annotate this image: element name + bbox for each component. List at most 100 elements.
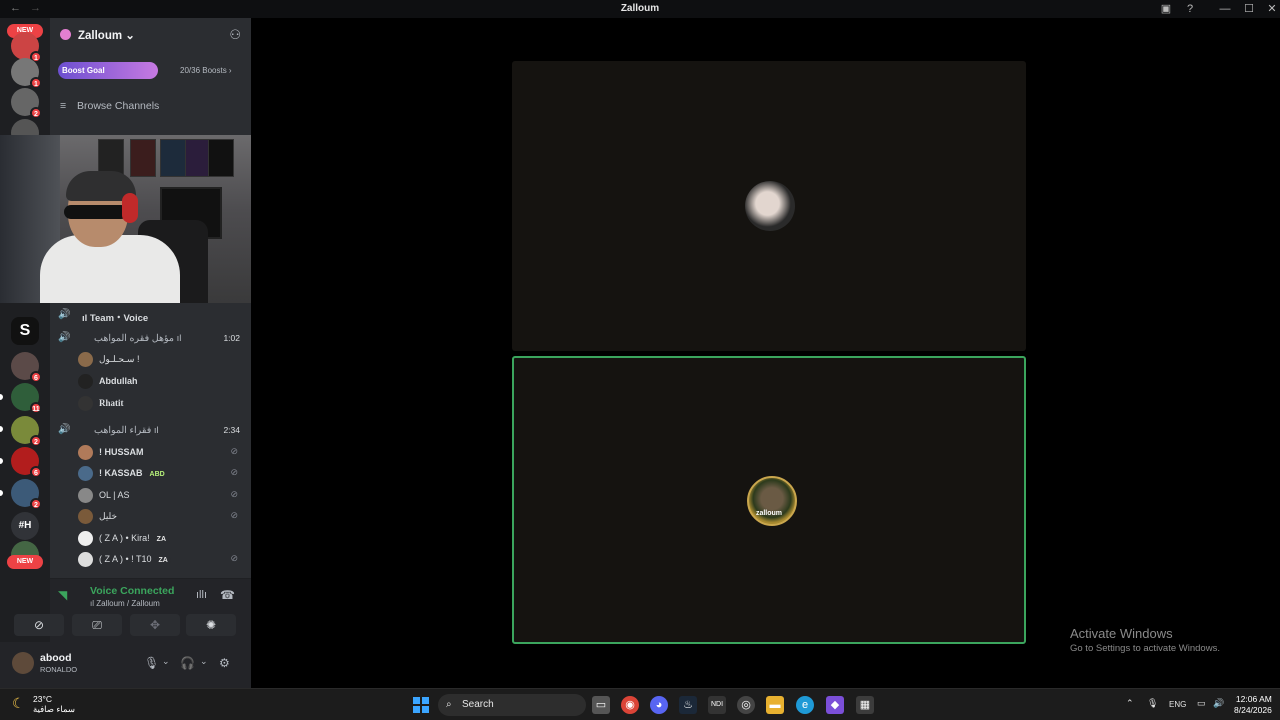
language-indicator[interactable]: ENG [1169,700,1186,709]
disconnect-icon[interactable]: ☎ [220,588,235,602]
invite-people-icon[interactable]: ⚇ [229,27,241,43]
participant-tile[interactable] [512,61,1026,351]
volume-icon[interactable]: 🔊 [1213,698,1224,709]
boost-goal-bar[interactable]: Boost Goal [58,62,158,79]
maximize-icon[interactable]: ☐ [1241,1,1257,17]
chevron-down-icon[interactable]: ⌄ [162,656,170,667]
taskbar-search[interactable]: ⌕ Search [438,694,586,716]
signal-icon[interactable]: ◥ [58,588,67,602]
unread-pip [0,458,3,464]
edge-icon[interactable]: e [796,696,814,714]
voice-member[interactable]: ! KASSAB ABD ⊘ [78,464,248,484]
minimize-icon[interactable]: — [1217,1,1233,17]
server-icon[interactable]: 11 [11,383,42,414]
voice-member[interactable]: OL | AS ⊘ [78,486,248,506]
guild-header[interactable]: Zalloum ⌄ ⚇ [50,18,251,52]
moon-icon[interactable]: ☾ [12,695,25,712]
watermark-title: Activate Windows [1070,626,1173,641]
new-badge: NEW [7,555,43,569]
microphone-icon[interactable]: 🎙 [1147,698,1158,709]
voice-member[interactable]: ( Z A ) • Kira! ZA [78,529,248,549]
headset [122,193,138,223]
server-icon-s[interactable]: S [11,317,39,345]
avatar [78,445,93,460]
voice-channel[interactable]: 🔊 مؤهل فقره المواهب ıl 1:02 [58,330,248,348]
activation-watermark: Activate Windows Go to Settings to activ… [1070,626,1220,654]
list-icon: ≡ [60,100,67,112]
server-icon[interactable]: 1 [11,32,42,63]
headphones-icon[interactable]: 🎧 [180,656,195,670]
microphone-icon[interactable]: 🎙 [144,656,159,670]
chevron-up-icon[interactable]: ⌃ [1126,698,1134,709]
server-icon-hash[interactable]: #H [11,512,39,540]
voice-member[interactable]: سـحـلـول ! [78,350,248,370]
task-view-icon[interactable]: ▭ [592,696,610,714]
server-icon[interactable]: 6 [11,352,42,383]
voice-channel[interactable]: 🔊 فقراء المواهب ıl 2:34 [58,422,248,440]
channel-timer: 2:34 [223,425,240,435]
avatar [78,466,93,481]
participant-avatar [747,476,797,526]
member-name: ( Z A ) • Kira! ZA [99,533,170,543]
server-rail: NEW 1 1 2 S 6 11 2 6 2 #H NEW [0,18,50,688]
clan-tag: ABD [146,471,168,478]
username: abood [40,652,72,664]
unread-badge: 2 [30,498,42,510]
chrome-icon[interactable]: ◉ [621,696,639,714]
avatar [78,352,93,367]
channel-name: مؤهل فقره المواهب ıl [94,333,182,344]
server-icon[interactable]: 6 [11,447,42,478]
settings-gear-icon[interactable]: ⚙ [219,656,230,670]
noise-suppression-icon[interactable]: ıllı [196,589,207,601]
boost-gem-icon [60,29,71,40]
browse-channels[interactable]: ≡ Browse Channels [60,100,159,112]
network-icon[interactable]: ▭ [1197,698,1206,709]
avatar [78,488,93,503]
clock[interactable]: 12:06 AM 8/24/2026 [1234,694,1272,716]
clan-tag: ZA [155,557,171,564]
discord-icon[interactable]: ◕ [650,696,668,714]
voice-channel[interactable]: 🔊 ıl Team・Voice [58,307,248,325]
participant-tile-speaking[interactable]: zalloum [512,356,1026,644]
start-button[interactable] [413,697,429,713]
ndi-icon[interactable]: NDI [708,696,726,714]
file-explorer-icon[interactable]: ▬ [766,696,784,714]
voice-member[interactable]: Abdullah [78,372,248,392]
obs-icon[interactable]: ◎ [737,696,755,714]
chevron-down-icon[interactable]: ⌄ [200,656,208,667]
steam-icon[interactable]: ♨ [679,696,697,714]
soundboard-button[interactable]: ✺ [186,614,236,636]
close-icon[interactable]: ✕ [1264,1,1280,17]
voice-member[interactable]: Rhatit [78,394,248,414]
voice-status[interactable]: Voice Connected [90,585,174,597]
unread-pip [0,490,3,496]
server-icon[interactable]: 2 [11,88,42,119]
member-name: ! HUSSAM [99,447,144,457]
voice-member[interactable]: ( Z A ) • ! T10 ZA ⊘ [78,550,248,570]
weather-widget[interactable]: 23°C سماء صافية [33,694,75,714]
server-icon[interactable]: 2 [11,416,42,447]
member-name: OL | AS [99,490,130,500]
unread-badge: 11 [30,402,42,414]
screen-share-button[interactable]: ⎚ [72,614,122,636]
server-icon[interactable]: 2 [11,479,42,510]
voice-member[interactable]: خليل ⊘ [78,507,248,527]
activities-button[interactable]: ✥ [130,614,180,636]
speaker-icon: 🔊 [58,309,71,320]
avatar-text: zalloum [755,510,783,517]
member-name: ! KASSAB ABD [99,468,168,478]
avatar [78,531,93,546]
muted-icon: ⊘ [230,510,238,520]
help-icon[interactable]: ? [1182,1,1198,17]
server-icon[interactable]: 1 [11,58,42,89]
store-icon[interactable]: ▦ [856,696,874,714]
camera-off-button[interactable]: ⊘ [14,614,64,636]
person-shirt [40,235,180,303]
app-icon[interactable]: ◆ [826,696,844,714]
voice-member[interactable]: ! HUSSAM ⊘ [78,443,248,463]
inbox-icon[interactable]: ▣ [1158,1,1174,17]
unread-pip [0,426,3,432]
voice-location[interactable]: ıl Zalloum / Zalloum [90,599,160,608]
avatar[interactable] [12,652,34,674]
window-title: Zalloum [620,3,660,14]
